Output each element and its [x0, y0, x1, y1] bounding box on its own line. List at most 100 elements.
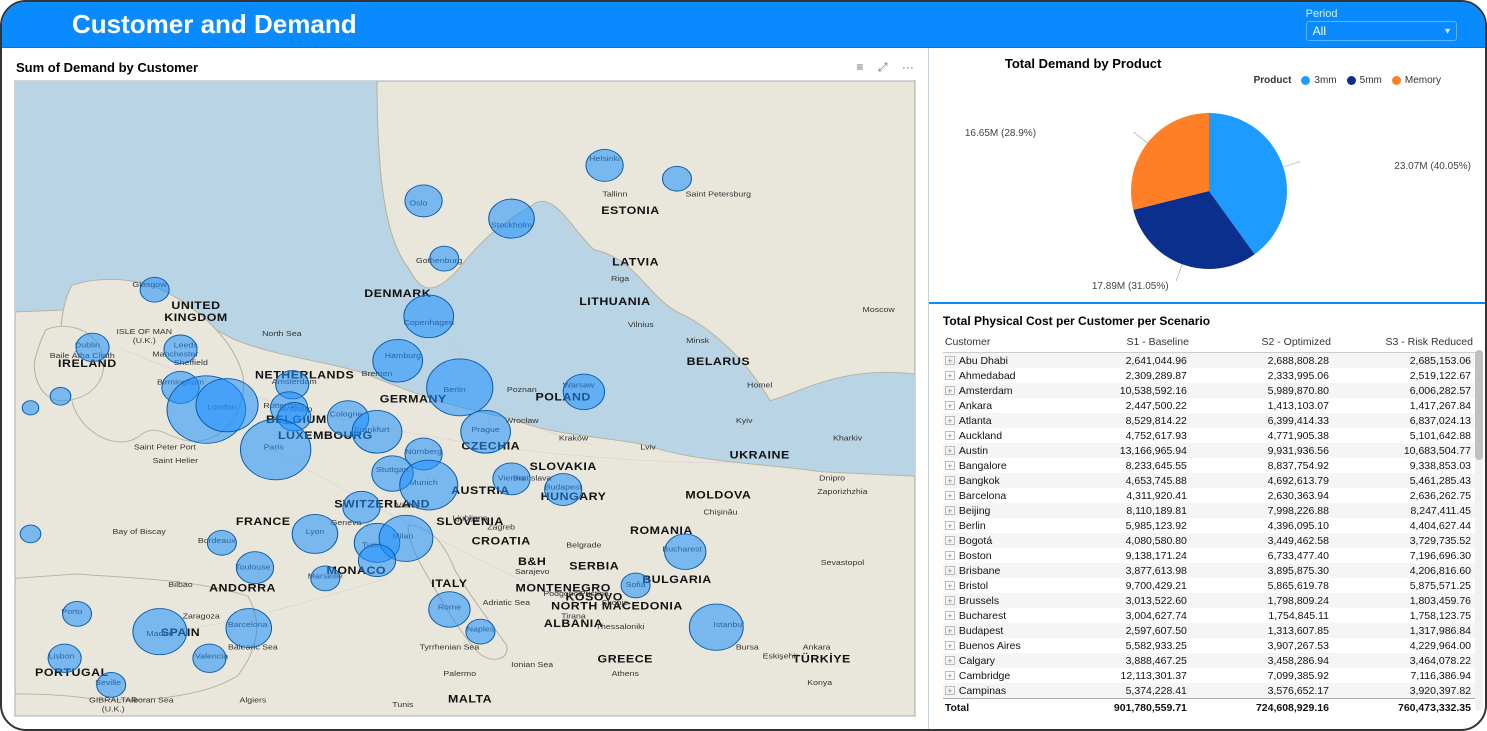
table-row[interactable]: +Brisbane3,877,613.983,895,875.304,206,8… — [943, 563, 1479, 578]
demand-bubble[interactable] — [586, 149, 623, 181]
scrollbar-thumb[interactable] — [1475, 350, 1483, 460]
col-s2[interactable]: S2 - Optimized — [1195, 334, 1337, 353]
table-scrollbar[interactable] — [1475, 350, 1483, 711]
cost-table[interactable]: Customer S1 - Baseline S2 - Optimized S3… — [943, 334, 1479, 716]
expand-icon[interactable]: + — [945, 416, 955, 425]
table-row[interactable]: +Amsterdam10,538,592.165,989,870.806,006… — [943, 383, 1479, 398]
demand-bubble[interactable] — [405, 185, 442, 217]
table-row[interactable]: +Bogotá4,080,580.803,449,462.583,729,735… — [943, 533, 1479, 548]
legend-item-5mm[interactable]: 5mm — [1347, 75, 1382, 86]
expand-icon[interactable]: + — [945, 626, 955, 635]
filter-icon[interactable]: ≡ — [856, 60, 863, 74]
table-row[interactable]: +Brussels3,013,522.601,798,809.241,803,4… — [943, 593, 1479, 608]
expand-icon[interactable]: + — [945, 686, 955, 695]
demand-bubble[interactable] — [352, 410, 402, 453]
table-row[interactable]: +Auckland4,752,617.934,771,905.385,101,6… — [943, 428, 1479, 443]
table-row[interactable]: +Abu Dhabi2,641,044.962,688,808.282,685,… — [943, 353, 1479, 369]
demand-bubble[interactable] — [48, 644, 81, 672]
table-row[interactable]: +Austin13,166,965.949,931,936.5610,683,5… — [943, 443, 1479, 458]
demand-bubble[interactable] — [493, 463, 530, 495]
demand-bubble[interactable] — [662, 166, 691, 191]
table-row[interactable]: +Buenos Aires5,582,933.253,907,267.534,2… — [943, 638, 1479, 653]
demand-bubble[interactable] — [358, 545, 395, 577]
demand-bubble[interactable] — [427, 359, 493, 416]
period-select[interactable]: All ▾ — [1306, 21, 1457, 41]
demand-bubble[interactable] — [343, 491, 380, 523]
expand-icon[interactable]: + — [945, 521, 955, 530]
table-row[interactable]: +Beijing8,110,189.817,998,226.888,247,41… — [943, 503, 1479, 518]
demand-bubble[interactable] — [466, 619, 495, 644]
expand-icon[interactable]: + — [945, 611, 955, 620]
expand-icon[interactable]: + — [945, 566, 955, 575]
demand-bubble[interactable] — [133, 609, 187, 655]
demand-bubble[interactable] — [76, 333, 109, 361]
demand-bubble[interactable] — [404, 295, 454, 338]
demand-bubble[interactable] — [226, 609, 272, 648]
demand-bubble[interactable] — [20, 525, 41, 543]
table-row[interactable]: +Bangkok4,653,745.884,692,613.795,461,28… — [943, 473, 1479, 488]
more-options-icon[interactable]: ··· — [902, 60, 914, 74]
expand-icon[interactable]: + — [945, 476, 955, 485]
demand-bubble[interactable] — [689, 604, 743, 650]
table-row[interactable]: +Budapest2,597,607.501,313,607.851,317,9… — [943, 623, 1479, 638]
table-row[interactable]: +Barcelona4,311,920.412,630,363.942,636,… — [943, 488, 1479, 503]
demand-bubble[interactable] — [489, 199, 535, 238]
expand-icon[interactable]: + — [945, 371, 955, 380]
pie-chart[interactable]: 23.07M (40.05%) 17.89M (31.05%) 16.65M (… — [947, 86, 1471, 296]
table-row[interactable]: +Ankara2,447,500.221,413,103.071,417,267… — [943, 398, 1479, 413]
demand-bubble[interactable] — [50, 387, 71, 405]
table-row[interactable]: +Berlin5,985,123.924,396,095.104,404,627… — [943, 518, 1479, 533]
demand-bubble[interactable] — [22, 401, 39, 415]
expand-icon[interactable]: + — [945, 386, 955, 395]
table-row[interactable]: +Cambridge12,113,301.377,099,385.927,116… — [943, 668, 1479, 683]
demand-bubble[interactable] — [429, 592, 470, 628]
legend-item-3mm[interactable]: 3mm — [1301, 75, 1336, 86]
table-row[interactable]: +Bristol9,700,429.215,865,619.785,875,57… — [943, 578, 1479, 593]
demand-bubble[interactable] — [63, 601, 92, 626]
demand-bubble[interactable] — [461, 410, 511, 453]
demand-bubble[interactable] — [373, 339, 423, 382]
expand-icon[interactable]: + — [945, 356, 955, 365]
expand-icon[interactable]: + — [945, 596, 955, 605]
expand-icon[interactable]: + — [945, 461, 955, 470]
demand-bubble[interactable] — [400, 460, 458, 510]
expand-icon[interactable]: + — [945, 581, 955, 590]
table-row[interactable]: +Calgary3,888,467.253,458,286.943,464,07… — [943, 653, 1479, 668]
expand-icon[interactable]: + — [945, 551, 955, 560]
expand-icon[interactable]: + — [945, 491, 955, 500]
demand-bubble[interactable] — [207, 530, 236, 555]
demand-bubble[interactable] — [140, 277, 169, 302]
demand-bubble[interactable] — [97, 672, 126, 697]
demand-bubble[interactable] — [240, 419, 310, 479]
expand-icon[interactable]: + — [945, 536, 955, 545]
col-s3[interactable]: S3 - Risk Reduced — [1337, 334, 1479, 353]
expand-icon[interactable]: + — [945, 446, 955, 455]
legend-item-memory[interactable]: Memory — [1392, 75, 1441, 86]
expand-icon[interactable]: + — [945, 641, 955, 650]
demand-bubble[interactable] — [311, 566, 340, 591]
expand-icon[interactable]: + — [945, 671, 955, 680]
focus-mode-icon[interactable]: ⤢ — [878, 60, 888, 74]
expand-icon[interactable]: + — [945, 506, 955, 515]
demand-bubble[interactable] — [545, 474, 582, 506]
demand-bubble[interactable] — [196, 379, 258, 432]
demand-bubble[interactable] — [236, 552, 273, 584]
expand-icon[interactable]: + — [945, 656, 955, 665]
table-row[interactable]: +Bucharest3,004,627.741,754,845.111,758,… — [943, 608, 1479, 623]
col-s1[interactable]: S1 - Baseline — [1053, 334, 1195, 353]
table-row[interactable]: +Campinas5,374,228.413,576,652.173,920,3… — [943, 683, 1479, 699]
demand-bubble[interactable] — [292, 514, 338, 553]
demand-bubble[interactable] — [621, 573, 650, 598]
table-row[interactable]: +Bangalore8,233,645.558,837,754.929,338,… — [943, 458, 1479, 473]
demand-bubble[interactable] — [164, 335, 197, 363]
table-row[interactable]: +Atlanta8,529,814.226,399,414.336,837,02… — [943, 413, 1479, 428]
demand-bubble[interactable] — [665, 534, 706, 570]
col-customer[interactable]: Customer — [943, 334, 1053, 353]
expand-icon[interactable]: + — [945, 401, 955, 410]
table-row[interactable]: +Boston9,138,171.246,733,477.407,196,696… — [943, 548, 1479, 563]
map-visual[interactable]: ESTONIALATVIALITHUANIADENMARKUNITEDKINGD… — [14, 80, 916, 717]
demand-bubble[interactable] — [563, 374, 604, 410]
table-row[interactable]: +Ahmedabad2,309,289.872,333,995.062,519,… — [943, 368, 1479, 383]
demand-bubble[interactable] — [193, 644, 226, 672]
demand-bubble[interactable] — [430, 246, 459, 271]
